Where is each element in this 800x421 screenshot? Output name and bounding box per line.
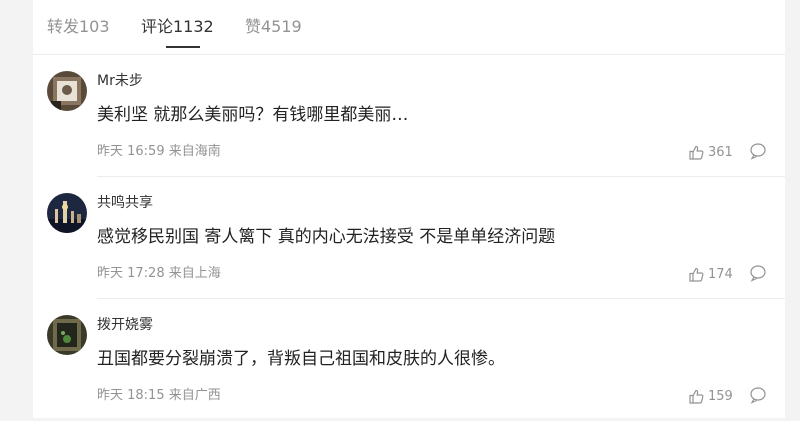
- like-count: 159: [708, 388, 733, 404]
- like-count: 361: [708, 144, 733, 160]
- comments-panel: 转发103 评论1132 赞4519 Mr未步 美利坚 就那么美丽吗？有钱哪里都…: [33, 0, 785, 418]
- comment-item: Mr未步 美利坚 就那么美丽吗？有钱哪里都美丽… 昨天 16:59 来自海南 3…: [33, 55, 785, 177]
- avatar[interactable]: [47, 71, 87, 111]
- avatar[interactable]: [47, 193, 87, 233]
- thumbs-up-icon: [688, 388, 705, 405]
- tab-comments[interactable]: 评论1132: [141, 17, 214, 37]
- comment-bubble-icon: [749, 264, 769, 282]
- thumbs-up-icon: [688, 144, 705, 161]
- comment-bubble-icon: [749, 142, 769, 160]
- comment-text: 美利坚 就那么美丽吗？有钱哪里都美丽…: [97, 105, 409, 125]
- like-button[interactable]: 159: [688, 386, 733, 406]
- like-button[interactable]: 361: [688, 142, 733, 162]
- tab-bar: 转发103 评论1132 赞4519: [33, 0, 785, 55]
- comment-text: 感觉移民别国 寄人篱下 真的内心无法接受 不是单单经济问题: [97, 227, 556, 247]
- active-tab-indicator: [166, 46, 200, 48]
- username[interactable]: 共鸣共享: [97, 194, 153, 212]
- username[interactable]: 拨开娆雾: [97, 316, 153, 334]
- comment-bubble-icon: [749, 386, 769, 404]
- comment-item: 拨开娆雾 丑国都要分裂崩溃了，背叛自己祖国和皮肤的人很惨。 昨天 18:15 来…: [33, 299, 785, 421]
- avatar[interactable]: [47, 315, 87, 355]
- username[interactable]: Mr未步: [97, 72, 143, 90]
- comment-meta: 昨天 16:59 来自海南: [97, 144, 221, 159]
- comment-item: 共鸣共享 感觉移民别国 寄人篱下 真的内心无法接受 不是单单经济问题 昨天 17…: [33, 177, 785, 299]
- like-count: 174: [708, 266, 733, 282]
- reply-button[interactable]: [749, 264, 769, 284]
- thumbs-up-icon: [688, 266, 705, 283]
- like-button[interactable]: 174: [688, 264, 733, 284]
- reply-button[interactable]: [749, 142, 769, 162]
- tab-likes[interactable]: 赞4519: [245, 17, 302, 37]
- comment-meta: 昨天 17:28 来自上海: [97, 266, 221, 281]
- comment-text: 丑国都要分裂崩溃了，背叛自己祖国和皮肤的人很惨。: [97, 349, 505, 369]
- reply-button[interactable]: [749, 386, 769, 406]
- comment-meta: 昨天 18:15 来自广西: [97, 388, 221, 403]
- tab-reposts[interactable]: 转发103: [47, 17, 110, 37]
